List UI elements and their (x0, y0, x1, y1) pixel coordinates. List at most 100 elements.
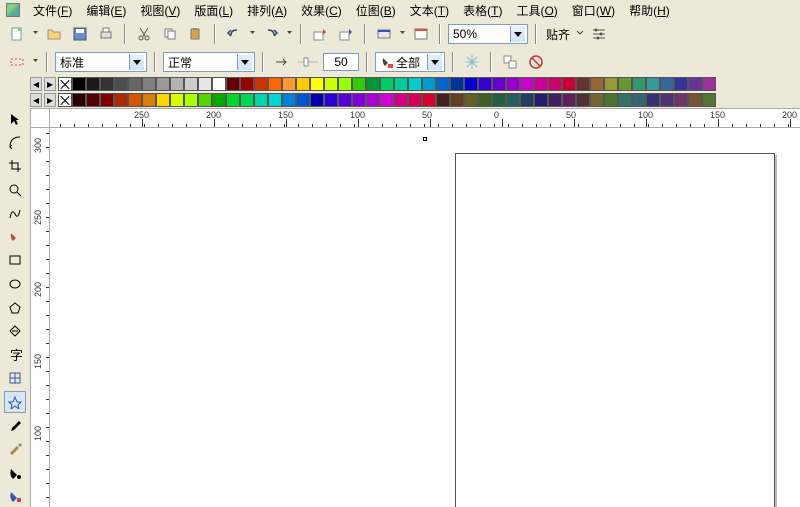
outline-tool[interactable] (4, 438, 26, 460)
color-swatch[interactable] (268, 77, 282, 91)
color-swatch[interactable] (548, 93, 562, 107)
color-swatch[interactable] (254, 93, 268, 107)
color-swatch[interactable] (198, 77, 212, 91)
menu-w[interactable]: 窗口(W) (565, 1, 622, 20)
color-swatch[interactable] (114, 93, 128, 107)
palette-prev-icon[interactable]: ◂ (30, 93, 42, 107)
ellipse-tool[interactable] (4, 273, 26, 295)
color-swatch[interactable] (352, 77, 366, 91)
redo-button[interactable] (260, 23, 282, 45)
clear-effect-button[interactable] (525, 51, 547, 73)
color-swatch[interactable] (450, 93, 464, 107)
color-swatch[interactable] (394, 93, 408, 107)
color-swatch[interactable] (282, 93, 296, 107)
menu-o[interactable]: 工具(O) (509, 1, 564, 20)
ruler-vertical[interactable]: 300250200150100 (30, 128, 50, 507)
interactive-fill-tool[interactable] (4, 486, 26, 507)
color-swatch[interactable] (688, 77, 702, 91)
palette-prev-icon[interactable]: ◂ (30, 77, 42, 91)
color-swatch[interactable] (660, 93, 674, 107)
dropdown-arrow-icon[interactable] (249, 25, 256, 44)
color-swatch[interactable] (562, 93, 576, 107)
color-swatch[interactable] (226, 93, 240, 107)
color-swatch[interactable] (86, 93, 100, 107)
export-button[interactable] (335, 23, 357, 45)
color-swatch[interactable] (310, 93, 324, 107)
dropdown-arrow-icon[interactable] (399, 25, 406, 44)
color-swatch[interactable] (86, 77, 100, 91)
table-tool[interactable] (4, 368, 26, 390)
cut-button[interactable] (133, 23, 155, 45)
color-swatch[interactable] (184, 93, 198, 107)
shape-tool[interactable] (4, 132, 26, 154)
slider-button[interactable] (297, 51, 319, 73)
pick-tool[interactable] (4, 108, 26, 130)
color-swatch[interactable] (450, 77, 464, 91)
canvas[interactable] (50, 128, 800, 507)
copy-button[interactable] (159, 23, 181, 45)
color-swatch[interactable] (212, 77, 226, 91)
color-swatch[interactable] (562, 77, 576, 91)
color-swatch[interactable] (282, 77, 296, 91)
color-swatch[interactable] (310, 77, 324, 91)
color-swatch[interactable] (618, 93, 632, 107)
color-swatch[interactable] (100, 77, 114, 91)
color-swatch[interactable] (604, 93, 618, 107)
dropdown-arrow-icon[interactable] (576, 25, 584, 44)
color-swatch[interactable] (590, 77, 604, 91)
color-swatch[interactable] (296, 77, 310, 91)
color-swatch[interactable] (520, 77, 534, 91)
color-swatch[interactable] (520, 93, 534, 107)
color-swatch[interactable] (646, 77, 660, 91)
welcome-button[interactable] (410, 23, 432, 45)
color-swatch[interactable] (632, 93, 646, 107)
open-button[interactable] (43, 23, 65, 45)
menu-t[interactable]: 表格(T) (456, 1, 509, 20)
color-swatch[interactable] (380, 93, 394, 107)
color-swatch[interactable] (366, 77, 380, 91)
color-swatch[interactable] (674, 93, 688, 107)
freehand-tool[interactable] (4, 202, 26, 224)
color-swatch[interactable] (338, 77, 352, 91)
color-swatch[interactable] (170, 77, 184, 91)
color-swatch[interactable] (646, 93, 660, 107)
color-swatch[interactable] (506, 93, 520, 107)
color-swatch[interactable] (436, 77, 450, 91)
save-button[interactable] (69, 23, 91, 45)
polygon-tool[interactable] (4, 297, 26, 319)
color-swatch[interactable] (576, 93, 590, 107)
options-button[interactable] (588, 23, 610, 45)
app-launcher-button[interactable] (373, 23, 395, 45)
color-swatch[interactable] (492, 93, 506, 107)
color-swatch[interactable] (72, 77, 86, 91)
color-swatch[interactable] (506, 77, 520, 91)
color-swatch[interactable] (198, 93, 212, 107)
color-swatch[interactable] (674, 77, 688, 91)
paste-button[interactable] (185, 23, 207, 45)
menu-c[interactable]: 效果(C) (294, 1, 349, 20)
menu-e[interactable]: 编辑(E) (79, 1, 133, 20)
color-swatch[interactable] (366, 93, 380, 107)
color-swatch[interactable] (702, 93, 716, 107)
color-swatch[interactable] (296, 93, 310, 107)
color-swatch[interactable] (324, 77, 338, 91)
color-swatch[interactable] (478, 77, 492, 91)
color-swatch[interactable] (422, 93, 436, 107)
print-button[interactable] (95, 23, 117, 45)
zoom-tool[interactable] (4, 179, 26, 201)
interactive-tool[interactable] (4, 391, 26, 413)
color-swatch[interactable] (100, 93, 114, 107)
eyedropper-tool[interactable] (4, 415, 26, 437)
color-swatch[interactable] (702, 77, 716, 91)
color-swatch[interactable] (548, 77, 562, 91)
color-swatch[interactable] (324, 93, 338, 107)
color-swatch[interactable] (142, 93, 156, 107)
color-swatch[interactable] (660, 77, 674, 91)
dropdown-arrow-icon[interactable] (32, 25, 39, 44)
color-swatch[interactable] (380, 77, 394, 91)
palette-next-icon[interactable]: ▸ (44, 77, 56, 91)
rectangle-tool[interactable] (4, 250, 26, 272)
color-swatch[interactable] (142, 77, 156, 91)
copy-effect-button[interactable] (499, 51, 521, 73)
color-swatch[interactable] (422, 77, 436, 91)
